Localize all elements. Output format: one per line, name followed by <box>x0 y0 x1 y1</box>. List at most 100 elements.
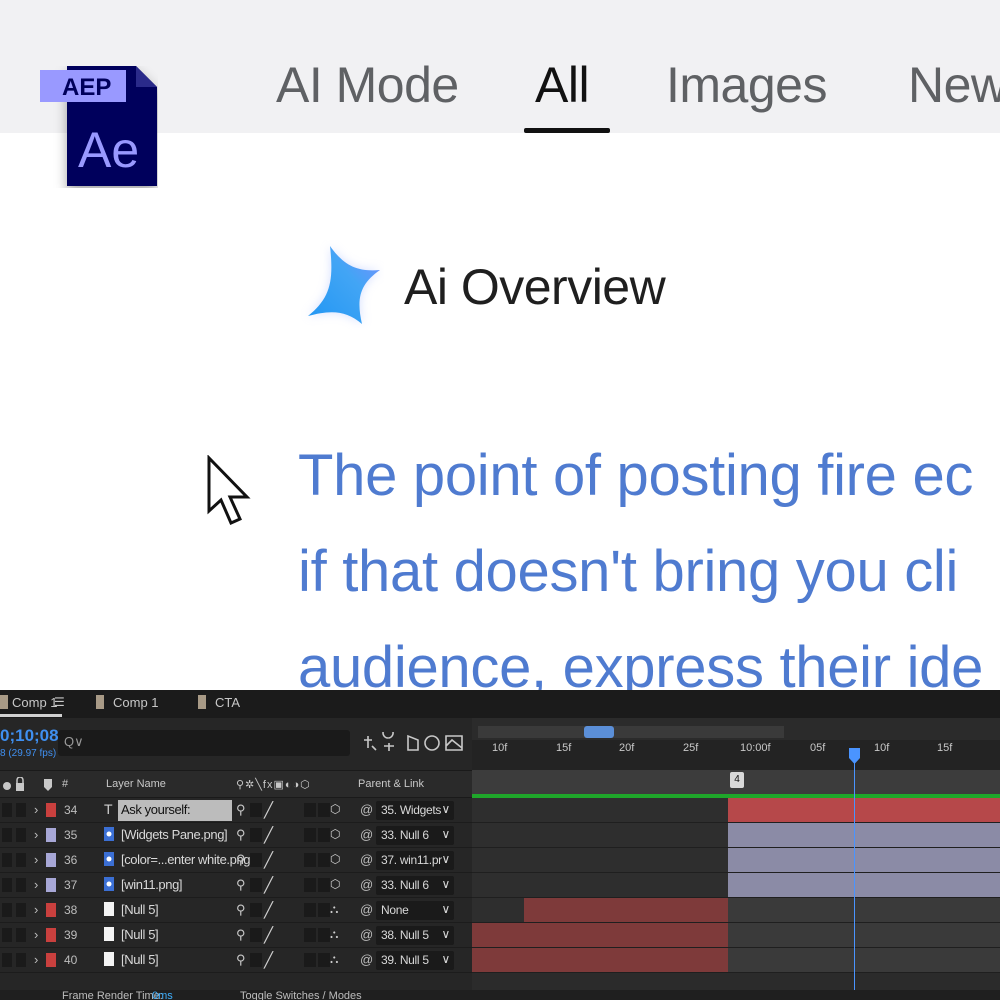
quality-switch-icon[interactable]: ╱ <box>264 851 273 869</box>
tab-cta[interactable]: CTA <box>215 695 240 710</box>
motion-blur-switch[interactable] <box>318 953 330 967</box>
3d-layer-icon[interactable]: ⛬ <box>330 952 338 967</box>
parent-pickwhip-icon[interactable]: @ <box>360 852 373 867</box>
column-parent-link[interactable]: Parent & Link <box>358 778 424 790</box>
parent-link-dropdown[interactable]: 37. win11.pr ∨ <box>376 851 454 870</box>
layer-label-color[interactable] <box>46 828 56 842</box>
visibility-toggle[interactable] <box>2 853 12 867</box>
visibility-toggle[interactable] <box>2 953 12 967</box>
twirl-down-icon[interactable]: › <box>34 827 38 842</box>
visibility-toggle[interactable] <box>2 928 12 942</box>
adjustment-switch[interactable] <box>304 803 316 817</box>
tab-news[interactable]: New <box>908 56 1000 114</box>
lock-toggle[interactable] <box>16 878 26 892</box>
quality-switch-icon[interactable]: ╱ <box>264 951 273 969</box>
motion-blur-switch[interactable] <box>318 828 330 842</box>
parent-link-dropdown[interactable]: None ∨ <box>376 901 454 920</box>
twirl-down-icon[interactable]: › <box>34 952 38 967</box>
layer-row[interactable]: › 39 [Null 5] ⚲ ╱ ⛬ @38. Null 5 ∨ <box>0 923 472 948</box>
lock-toggle[interactable] <box>16 928 26 942</box>
motion-blur-switch[interactable] <box>318 928 330 942</box>
3d-layer-icon[interactable]: ⬡ <box>330 802 340 816</box>
collapse-switch[interactable] <box>250 928 262 942</box>
layer-bar[interactable] <box>524 898 728 922</box>
layer-name[interactable]: [win11.png] <box>118 875 185 896</box>
layer-name[interactable]: [Null 5] <box>118 950 161 971</box>
layer-label-color[interactable] <box>46 803 56 817</box>
layer-bar[interactable] <box>728 798 1000 822</box>
collapse-switch[interactable] <box>250 828 262 842</box>
current-time-display[interactable]: 0;10;08 <box>0 726 59 746</box>
tab-comp-1[interactable]: Comp 1 <box>12 695 58 710</box>
layer-bar[interactable] <box>728 873 1000 897</box>
layer-row[interactable]: › 38 [Null 5] ⚲ ╱ ⛬ @ None ∨ <box>0 898 472 923</box>
tab-comp-1-secondary[interactable]: Comp 1 <box>113 695 159 710</box>
motion-blur-switch[interactable] <box>318 878 330 892</box>
adjustment-switch[interactable] <box>304 878 316 892</box>
parent-pickwhip-icon[interactable]: @ <box>360 927 373 942</box>
playhead-line[interactable] <box>854 752 855 1000</box>
shy-switch-icon[interactable]: ⚲ <box>236 852 246 868</box>
parent-pickwhip-icon[interactable]: @ <box>360 902 373 917</box>
parent-link-dropdown[interactable]: 39. Null 5 ∨ <box>376 951 454 970</box>
twirl-down-icon[interactable]: › <box>34 877 38 892</box>
layer-name[interactable]: [Null 5] <box>118 900 161 921</box>
lock-toggle[interactable] <box>16 803 26 817</box>
parent-link-dropdown[interactable]: 38. Null 5 ∨ <box>376 926 454 945</box>
layer-row[interactable]: › 34 T Ask yourself: ⚲ ╱ ⬡ @35. Widgets ∨ <box>0 798 472 823</box>
layer-label-color[interactable] <box>46 878 56 892</box>
lock-toggle[interactable] <box>16 853 26 867</box>
time-navigator[interactable] <box>478 726 784 738</box>
3d-layer-icon[interactable]: ⛬ <box>330 902 338 917</box>
parent-pickwhip-icon[interactable]: @ <box>360 952 373 967</box>
twirl-down-icon[interactable]: › <box>34 852 38 867</box>
layer-name[interactable]: Ask yourself: <box>118 800 232 821</box>
parent-link-dropdown[interactable]: 35. Widgets ∨ <box>376 801 454 820</box>
time-ruler[interactable] <box>472 740 1000 770</box>
layer-name[interactable]: [Null 5] <box>118 925 161 946</box>
visibility-toggle[interactable] <box>2 903 12 917</box>
tab-images[interactable]: Images <box>666 56 827 114</box>
motion-blur-switch[interactable] <box>318 853 330 867</box>
visibility-toggle[interactable] <box>2 803 12 817</box>
shy-switch-icon[interactable]: ⚲ <box>236 952 246 968</box>
layer-row[interactable]: › 35 [Widgets Pane.png] ⚲ ╱ ⬡ @33. Null 6 ∨ <box>0 823 472 848</box>
parent-link-dropdown[interactable]: 33. Null 6 ∨ <box>376 876 454 895</box>
panel-menu-icon[interactable]: ☰ <box>54 695 65 709</box>
shy-switch-icon[interactable]: ⚲ <box>236 927 246 943</box>
3d-layer-icon[interactable]: ⛬ <box>330 927 338 942</box>
layer-bar[interactable] <box>728 848 1000 872</box>
collapse-switch[interactable] <box>250 953 262 967</box>
collapse-switch[interactable] <box>250 803 262 817</box>
motion-blur-switch[interactable] <box>318 803 330 817</box>
shy-switch-icon[interactable]: ⚲ <box>236 802 246 818</box>
parent-pickwhip-icon[interactable]: @ <box>360 877 373 892</box>
parent-pickwhip-icon[interactable]: @ <box>360 827 373 842</box>
layer-marker[interactable]: 4 <box>730 772 744 788</box>
adjustment-switch[interactable] <box>304 828 316 842</box>
quality-switch-icon[interactable]: ╱ <box>264 901 273 919</box>
3d-layer-icon[interactable]: ⬡ <box>330 852 340 866</box>
shy-switch-icon[interactable]: ⚲ <box>236 827 246 843</box>
tab-ai-mode[interactable]: AI Mode <box>276 56 459 114</box>
lock-toggle[interactable] <box>16 903 26 917</box>
toggle-switches-modes-button[interactable]: Toggle Switches / Modes <box>240 990 362 1000</box>
layer-label-color[interactable] <box>46 953 56 967</box>
3d-layer-icon[interactable]: ⬡ <box>330 877 340 891</box>
timeline-tool-icons[interactable] <box>362 732 466 754</box>
layer-search-input[interactable]: Q∨ <box>58 730 350 756</box>
quality-switch-icon[interactable]: ╱ <box>264 826 273 844</box>
playhead-icon[interactable] <box>849 748 860 764</box>
collapse-switch[interactable] <box>250 903 262 917</box>
layer-row[interactable]: › 40 [Null 5] ⚲ ╱ ⛬ @39. Null 5 ∨ <box>0 948 472 973</box>
quality-switch-icon[interactable]: ╱ <box>264 876 273 894</box>
layer-bar[interactable] <box>728 823 1000 847</box>
tab-all[interactable]: All <box>535 56 590 114</box>
layer-label-color[interactable] <box>46 853 56 867</box>
twirl-down-icon[interactable]: › <box>34 927 38 942</box>
adjustment-switch[interactable] <box>304 928 316 942</box>
twirl-down-icon[interactable]: › <box>34 902 38 917</box>
quality-switch-icon[interactable]: ╱ <box>264 801 273 819</box>
lock-toggle[interactable] <box>16 953 26 967</box>
column-layer-name[interactable]: Layer Name <box>106 778 166 790</box>
